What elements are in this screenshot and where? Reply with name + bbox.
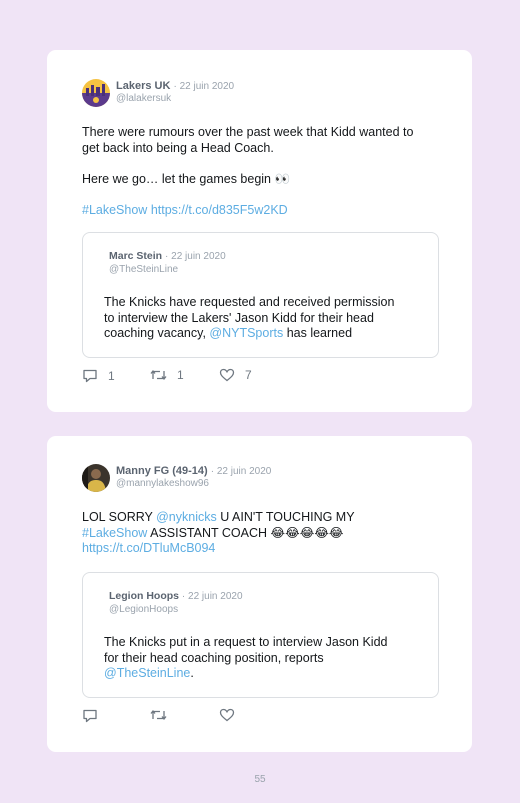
reply-button[interactable]: 1 <box>82 368 115 383</box>
tweet-text-line: get back into being a Head Coach. <box>82 140 274 155</box>
lakers-uk-avatar-icon <box>82 79 110 107</box>
retweet-button[interactable] <box>150 708 167 722</box>
author-line: Manny FG (49-14) · 22 juin 2020 <box>116 465 271 477</box>
user-photo-avatar-icon <box>82 464 110 492</box>
quoted-tweet-date: · 22 juin 2020 <box>181 591 243 602</box>
retweet-icon <box>150 709 167 721</box>
quoted-author-handle[interactable]: @LegionHoops <box>109 604 178 615</box>
tweet-text-segment: ASSISTANT COACH 😂😂😂😂😂 <box>147 525 344 540</box>
tweet-text-line: There were rumours over the past week th… <box>82 125 414 139</box>
tweet-card: Lakers UK · 22 juin 2020 @lalakersuk The… <box>47 50 472 412</box>
tweet-date: · 22 juin 2020 <box>173 81 235 92</box>
tweet-actions <box>82 708 382 724</box>
tweet-text-line: Here we go… let the games begin 👀 <box>82 171 291 186</box>
avatar[interactable] <box>82 464 110 492</box>
author-name[interactable]: Manny FG (49-14) <box>116 465 208 477</box>
quoted-text-line: to interview the Lakers' Jason Kidd for … <box>104 310 374 325</box>
tweet-actions: 1 1 7 <box>82 368 382 384</box>
mention-link[interactable]: @NYTSports <box>209 326 283 340</box>
quoted-author-handle[interactable]: @TheSteinLine <box>109 264 178 275</box>
page-number: 55 <box>254 774 266 785</box>
avatar[interactable] <box>82 79 110 107</box>
tweet-date: · 22 juin 2020 <box>210 466 272 477</box>
author-name[interactable]: Lakers UK <box>116 80 170 92</box>
reply-button[interactable] <box>82 708 98 723</box>
tweet-text-segment: LOL SORRY <box>82 510 157 524</box>
author-handle[interactable]: @mannylakeshow96 <box>116 478 209 489</box>
quoted-tweet-text: The Knicks have requested and received p… <box>104 295 424 342</box>
tweet-card: Manny FG (49-14) · 22 juin 2020 @mannyla… <box>47 436 472 752</box>
reply-icon <box>83 709 97 723</box>
tweet-text: LOL SORRY @nyknicks U AIN'T TOUCHING MY … <box>82 510 447 557</box>
quoted-tweet[interactable]: Marc Stein · 22 juin 2020 @TheSteinLine … <box>82 232 439 358</box>
quoted-tweet-date: · 22 juin 2020 <box>165 251 226 262</box>
like-button[interactable] <box>219 708 235 722</box>
quoted-author-line: Legion Hoops · 22 juin 2020 <box>109 590 243 602</box>
quoted-tweet[interactable]: Legion Hoops · 22 juin 2020 @LegionHoops… <box>82 572 439 698</box>
url-link[interactable]: https://t.co/d835F5w2KD <box>151 203 288 217</box>
url-link[interactable]: https://t.co/DTluMcB094 <box>82 541 215 555</box>
quoted-author-name[interactable]: Legion Hoops <box>109 590 179 602</box>
quoted-text-segment: has learned <box>283 326 353 340</box>
mention-link[interactable]: @nyknicks <box>156 510 217 524</box>
reply-count: 1 <box>108 368 115 383</box>
retweet-icon <box>150 369 167 381</box>
tweet-text: There were rumours over the past week th… <box>82 125 447 218</box>
quoted-author-line: Marc Stein · 22 juin 2020 <box>109 250 226 262</box>
retweet-count: 1 <box>177 368 184 382</box>
quoted-text-line: The Knicks put in a request to interview… <box>104 635 388 649</box>
quoted-text-segment: coaching vacancy, <box>104 326 210 340</box>
mention-link[interactable]: @TheSteinLine <box>104 666 190 680</box>
quoted-text-segment: . <box>190 666 194 680</box>
like-icon <box>219 368 235 382</box>
author-handle[interactable]: @lalakersuk <box>116 93 171 104</box>
quoted-text-line: for their head coaching position, report… <box>104 650 324 665</box>
retweet-button[interactable]: 1 <box>150 368 184 382</box>
like-button[interactable]: 7 <box>219 368 252 382</box>
quoted-text-line: The Knicks have requested and received p… <box>104 295 395 309</box>
quoted-author-name[interactable]: Marc Stein <box>109 250 162 262</box>
reply-icon <box>83 369 97 383</box>
quoted-tweet-text: The Knicks put in a request to interview… <box>104 635 424 682</box>
like-icon <box>219 708 235 722</box>
like-count: 7 <box>245 368 252 382</box>
hashtag-link[interactable]: #LakeShow <box>82 526 147 540</box>
hashtag-link[interactable]: #LakeShow <box>82 203 147 217</box>
tweet-text-segment: U AIN'T TOUCHING MY <box>216 510 355 524</box>
author-line: Lakers UK · 22 juin 2020 <box>116 80 234 92</box>
